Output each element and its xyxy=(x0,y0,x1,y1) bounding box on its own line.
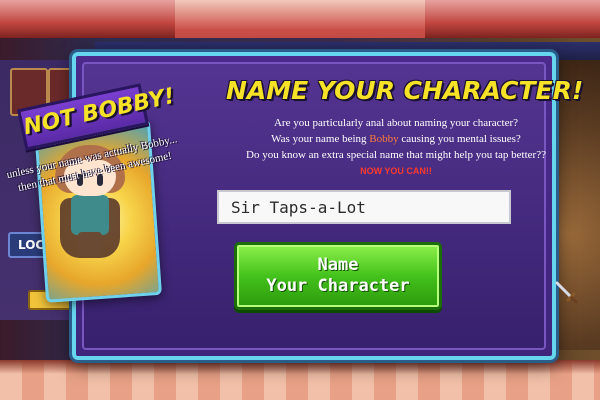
description-line-1: Are you particularly anal about naming y… xyxy=(273,117,519,129)
bottom-border-shade xyxy=(0,360,600,374)
game-screen: LOC NAME YOUR CHARACTER! Are you particu… xyxy=(0,0,600,400)
character-legs xyxy=(78,232,102,256)
character-body xyxy=(71,195,109,235)
top-border-highlight xyxy=(175,0,425,38)
sword-icon xyxy=(555,281,578,304)
bobby-highlight: Bobby xyxy=(369,133,399,145)
button-label-line-1: Name xyxy=(317,255,359,275)
name-your-character-button[interactable]: Name Your Character xyxy=(234,242,442,310)
now-you-can-text: NOW YOU CAN!! xyxy=(360,166,432,176)
line-2-suffix: causing you mental issues? xyxy=(398,133,521,145)
line-2-prefix: Was your name being xyxy=(271,133,370,145)
button-label-line-2: Your Character xyxy=(266,276,410,296)
character-name-input[interactable] xyxy=(217,190,511,224)
dialog-title: NAME YOUR CHARACTER! xyxy=(226,76,584,105)
description-line-2: Was your name being Bobby causing you me… xyxy=(226,131,566,147)
description-line-3: Do you know an extra special name that m… xyxy=(246,149,546,161)
dialog-description: Are you particularly anal about naming y… xyxy=(226,115,566,179)
